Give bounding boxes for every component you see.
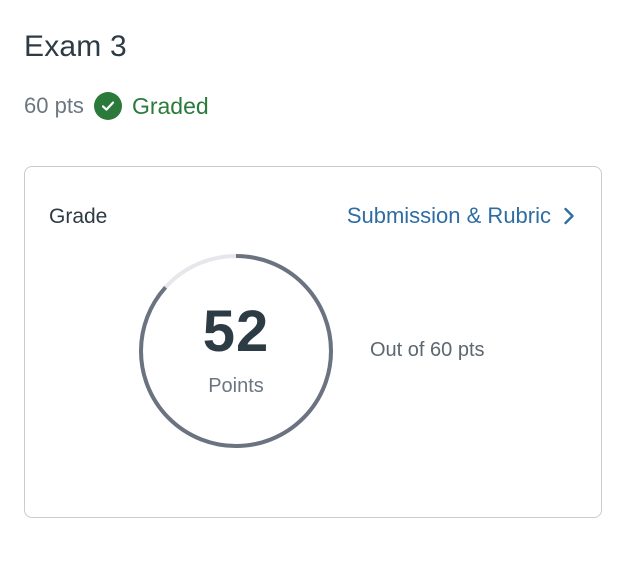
grade-card: Grade Submission & Rubric 52 Points Out … <box>24 166 602 518</box>
assignment-page: Exam 3 60 pts Graded Grade Submission & … <box>0 0 628 564</box>
chevron-right-icon <box>563 207 575 225</box>
submission-rubric-link[interactable]: Submission & Rubric <box>347 203 575 229</box>
submission-rubric-link-label: Submission & Rubric <box>346 203 551 228</box>
score-ring: 52 Points <box>137 252 335 450</box>
points-possible: 60 pts <box>24 93 84 118</box>
page-title: Exam 3 <box>24 30 127 63</box>
grade-label: Grade <box>49 205 108 228</box>
score-value: 52 <box>202 299 270 364</box>
score-unit: Points <box>208 375 264 397</box>
assignment-meta: 60 pts Graded <box>24 90 209 122</box>
check-circle-icon <box>93 92 122 120</box>
points-out-of: Out of 60 pts <box>370 339 485 361</box>
status-badge: Graded <box>131 92 209 119</box>
